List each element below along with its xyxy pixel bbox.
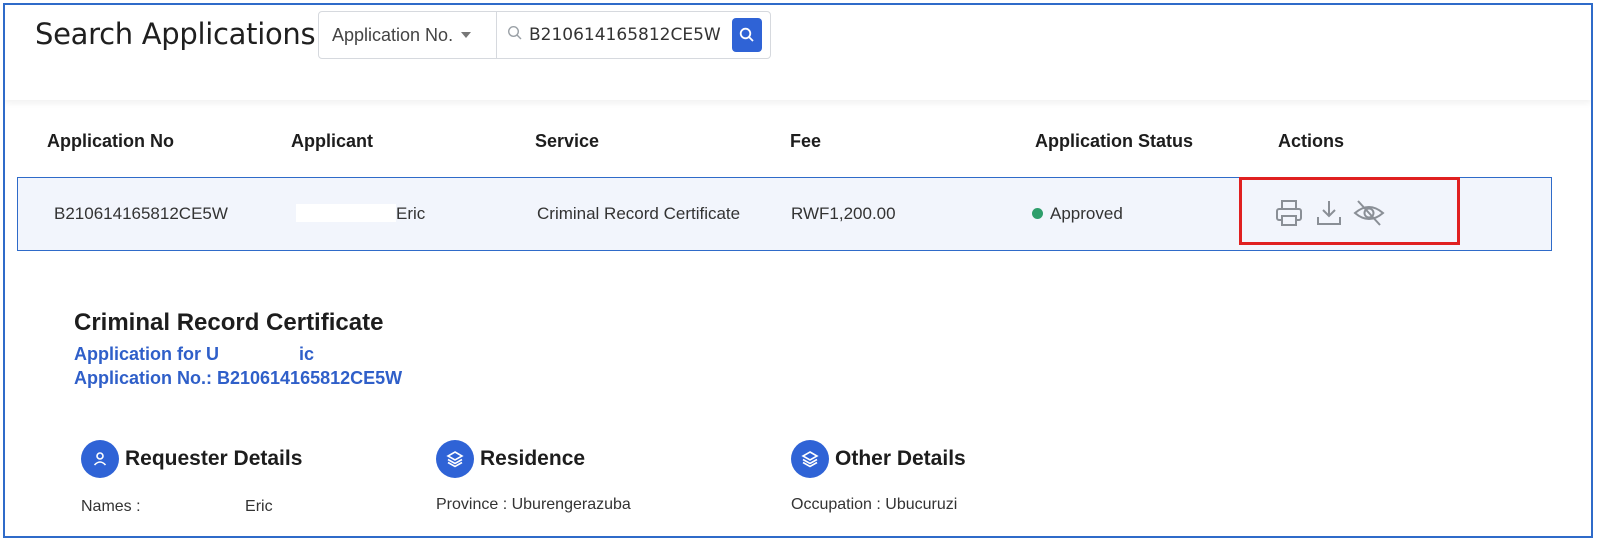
details-title: Criminal Record Certificate	[74, 309, 384, 336]
application-for-prefix: Application for U	[74, 344, 219, 364]
section-residence: Residence	[436, 439, 585, 479]
search-bar: Application No.	[318, 11, 771, 59]
section-other-details: Other Details	[791, 439, 966, 479]
app-frame: Search Applications Application No. B210…	[3, 3, 1593, 538]
column-header-service: Service	[535, 131, 600, 151]
section-title: Other Details	[835, 447, 966, 470]
field-province: Province : Uburengerazuba	[436, 496, 631, 514]
section-title: Requester Details	[125, 447, 303, 470]
eye-off-icon[interactable]	[1352, 198, 1386, 228]
search-icon	[739, 27, 754, 42]
status-badge: Approved	[1050, 204, 1123, 223]
user-icon	[81, 440, 119, 478]
column-header-application-status: Application Status	[1035, 131, 1194, 151]
application-for-line: Application for U ic	[74, 344, 314, 365]
layers-icon	[436, 440, 474, 478]
application-no-line: Application No.: B210614165812CE5W	[74, 368, 403, 388]
cell-application-no: B210614165812CE5W	[54, 204, 228, 223]
search-type-label: Application No.	[332, 24, 454, 45]
section-title: Residence	[480, 447, 586, 470]
cell-applicant-name: Eric	[396, 204, 426, 223]
field-label: Province :	[436, 496, 508, 513]
column-header-actions: Actions	[1278, 131, 1345, 151]
redacted-block	[145, 496, 246, 514]
download-icon[interactable]	[1314, 198, 1344, 228]
actions-highlight-box	[1239, 177, 1460, 245]
table-row[interactable]: B210614165812CE5W Eric Criminal Record C…	[17, 177, 1552, 251]
layers-icon	[791, 440, 829, 478]
field-label: Occupation :	[791, 496, 881, 513]
printer-icon[interactable]	[1274, 198, 1304, 228]
search-type-select[interactable]: Application No.	[319, 12, 497, 58]
redacted-block	[296, 204, 396, 222]
cell-fee: RWF1,200.00	[791, 204, 896, 223]
cell-applicant: Eric	[296, 204, 425, 224]
field-value: Uburengerazuba	[511, 496, 631, 513]
status-dot-icon	[1032, 208, 1043, 219]
field-label: Names :	[81, 498, 141, 515]
search-input-wrap	[499, 12, 729, 58]
section-requester-details: Requester Details	[81, 439, 302, 479]
field-value: Eric	[245, 498, 273, 515]
application-for-suffix: ic	[299, 344, 315, 364]
page-title: Search Applications	[35, 17, 316, 51]
cell-service: Criminal Record Certificate	[537, 204, 741, 223]
column-header-fee: Fee	[790, 131, 822, 151]
field-occupation: Occupation : Ubucuruzi	[791, 496, 957, 514]
column-header-application-no: Application No	[47, 131, 174, 151]
search-input[interactable]	[529, 20, 725, 50]
search-button[interactable]	[732, 18, 762, 52]
chevron-down-icon	[461, 32, 472, 38]
field-value: Ubucuruzi	[885, 496, 958, 513]
cell-status: Approved	[1032, 204, 1123, 224]
column-header-applicant: Applicant	[291, 131, 374, 151]
redacted-block	[219, 345, 299, 363]
page-header: Search Applications Application No.	[5, 5, 1591, 100]
field-names: Names : Eric	[81, 496, 273, 516]
search-icon	[507, 25, 522, 40]
